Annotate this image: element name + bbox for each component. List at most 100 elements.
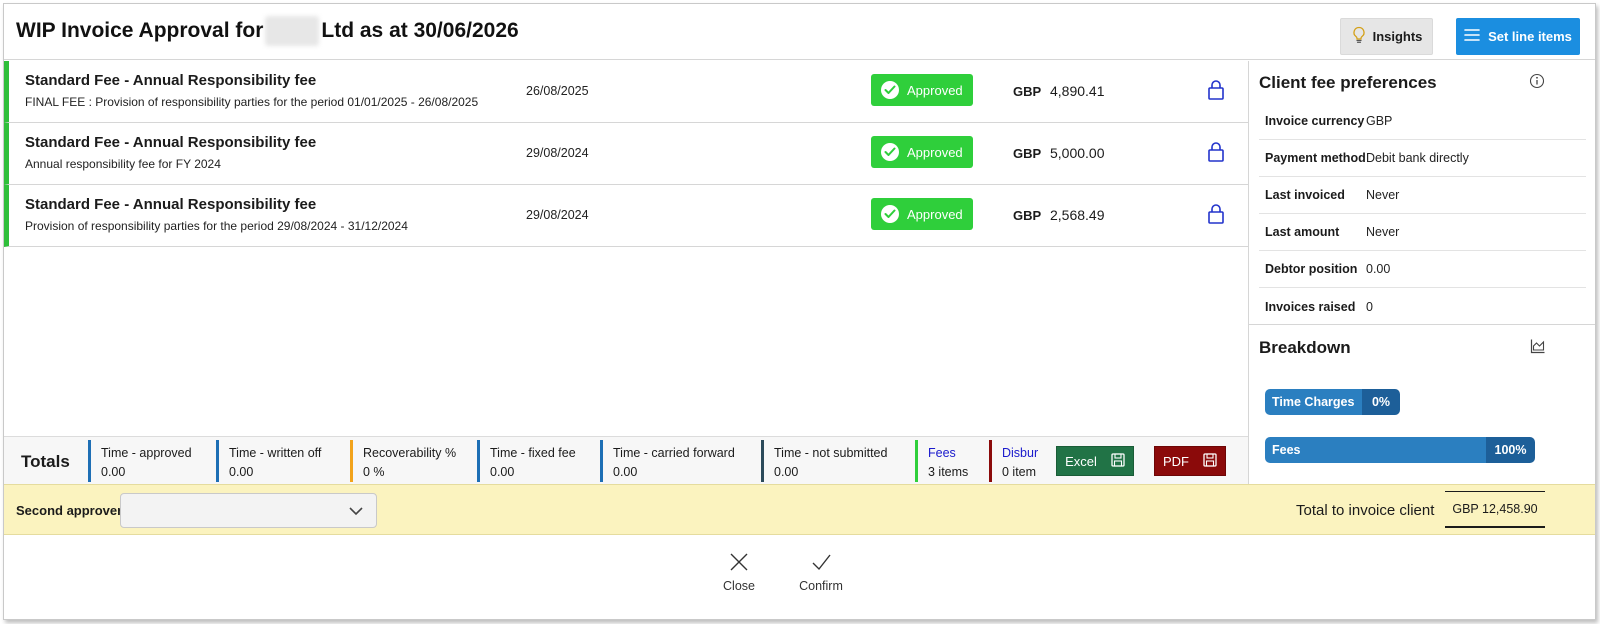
total-time-written-off: Time - written off 0.00 bbox=[216, 440, 321, 482]
breakdown-percent: 0% bbox=[1362, 389, 1400, 415]
pref-value: Never bbox=[1366, 225, 1400, 239]
panel-divider bbox=[1249, 324, 1595, 325]
pref-key: Invoices raised bbox=[1265, 299, 1356, 314]
client-fee-preferences-panel: Client fee preferences Invoice currency … bbox=[1248, 61, 1595, 484]
line-items-list: Standard Fee - Annual Responsibility fee… bbox=[4, 61, 1248, 247]
page-title: WIP Invoice Approval for Ltd as at 30/06… bbox=[16, 16, 519, 46]
total-fees[interactable]: Fees 3 items bbox=[915, 440, 968, 482]
item-amount: 5,000.00 bbox=[1050, 145, 1105, 161]
pref-key: Last amount bbox=[1265, 225, 1340, 239]
total-label: Disbur bbox=[1002, 446, 1039, 460]
total-to-invoice-value: GBP 12,458.90 bbox=[1445, 491, 1545, 528]
check-icon bbox=[811, 552, 831, 575]
pdf-export-button[interactable]: PDF bbox=[1154, 446, 1226, 476]
total-recoverability: Recoverability % 0 % bbox=[350, 440, 456, 482]
pref-row-invoice-currency: Invoice currency GBP bbox=[1259, 103, 1586, 140]
item-title: Standard Fee - Annual Responsibility fee bbox=[25, 196, 317, 213]
total-to-invoice-label: Total to invoice client bbox=[1296, 502, 1435, 519]
pref-value: Debit bank directly bbox=[1366, 151, 1469, 165]
pref-value: 0 bbox=[1366, 299, 1373, 314]
insights-label: Insights bbox=[1372, 29, 1423, 44]
breakdown-label: Time Charges bbox=[1265, 389, 1362, 415]
total-value: 0 item bbox=[1002, 465, 1037, 479]
item-title: Standard Fee - Annual Responsibility fee bbox=[25, 72, 317, 89]
pref-row-invoices-raised: Invoices raised 0 bbox=[1259, 288, 1586, 325]
line-item[interactable]: Standard Fee - Annual Responsibility fee… bbox=[4, 61, 1248, 123]
approved-badge: Approved bbox=[871, 74, 973, 106]
close-label: Close bbox=[723, 579, 755, 593]
second-approver-select[interactable] bbox=[120, 493, 377, 528]
approved-badge: Approved bbox=[871, 136, 973, 168]
close-button[interactable]: Close bbox=[709, 552, 769, 593]
status-label: Approved bbox=[907, 206, 963, 222]
total-value: 0.00 bbox=[613, 465, 638, 479]
status-label: Approved bbox=[907, 144, 963, 160]
total-label: Recoverability % bbox=[363, 446, 457, 460]
pref-row-debtor-position: Debtor position 0.00 bbox=[1259, 251, 1586, 288]
pref-value: Never bbox=[1366, 188, 1400, 202]
item-description: FINAL FEE : Provision of responsibility … bbox=[25, 95, 479, 109]
confirm-button[interactable]: Confirm bbox=[791, 552, 851, 593]
excel-label: Excel bbox=[1065, 453, 1097, 469]
item-amount: 2,568.49 bbox=[1050, 207, 1105, 223]
check-circle-icon bbox=[881, 81, 899, 99]
pref-key: Payment method bbox=[1265, 151, 1366, 165]
second-approver-label: Second approver bbox=[16, 503, 123, 518]
lock-icon[interactable] bbox=[1207, 79, 1225, 106]
pdf-label: PDF bbox=[1163, 453, 1189, 469]
breakdown-title: Breakdown bbox=[1259, 338, 1351, 357]
total-label: Time - approved bbox=[101, 446, 192, 460]
info-icon[interactable] bbox=[1529, 73, 1545, 94]
second-approver-row: Second approver Total to invoice client … bbox=[4, 484, 1595, 535]
pref-row-last-amount: Last amount Never bbox=[1259, 214, 1586, 251]
breakdown-percent: 100% bbox=[1486, 437, 1535, 463]
total-disbursements[interactable]: Disbur 0 item bbox=[989, 440, 1041, 482]
title-suffix: Ltd as at 30/06/2026 bbox=[321, 19, 519, 42]
total-value: 0.00 bbox=[229, 465, 254, 479]
item-date: 29/08/2024 bbox=[526, 146, 589, 160]
total-value: 0.00 bbox=[774, 465, 799, 479]
line-item[interactable]: Standard Fee - Annual Responsibility fee… bbox=[4, 185, 1248, 247]
preferences-title: Client fee preferences bbox=[1259, 73, 1437, 92]
total-value: 3 items bbox=[928, 465, 969, 479]
pref-key: Debtor position bbox=[1265, 262, 1358, 276]
redacted-client-name bbox=[265, 16, 320, 46]
set-line-items-button[interactable]: Set line items bbox=[1456, 18, 1580, 55]
total-value: 0.00 bbox=[490, 465, 515, 479]
item-currency: GBP bbox=[1013, 84, 1042, 99]
item-currency: GBP bbox=[1013, 146, 1042, 161]
close-icon bbox=[729, 552, 749, 575]
total-value: 0.00 bbox=[101, 465, 126, 479]
dialog-header: WIP Invoice Approval for Ltd as at 30/06… bbox=[4, 4, 1595, 60]
lock-icon[interactable] bbox=[1207, 141, 1225, 168]
chart-icon[interactable] bbox=[1530, 338, 1546, 359]
check-circle-icon bbox=[881, 205, 899, 223]
breakdown-label: Fees bbox=[1265, 437, 1486, 463]
pref-value: 0.00 bbox=[1366, 262, 1391, 276]
pref-row-last-invoiced: Last invoiced Never bbox=[1259, 177, 1586, 214]
set-line-items-label: Set line items bbox=[1488, 29, 1572, 44]
insights-button[interactable]: Insights bbox=[1340, 18, 1433, 55]
item-description: Provision of responsibility parties for … bbox=[25, 219, 408, 233]
total-label: Time - fixed fee bbox=[490, 446, 576, 460]
invoice-approval-dialog: WIP Invoice Approval for Ltd as at 30/06… bbox=[3, 3, 1596, 620]
item-currency: GBP bbox=[1013, 208, 1042, 223]
total-time-fixed-fee: Time - fixed fee 0.00 bbox=[477, 440, 576, 482]
approved-badge: Approved bbox=[871, 198, 973, 230]
item-amount: 4,890.41 bbox=[1050, 83, 1105, 99]
pref-key: Last invoiced bbox=[1265, 188, 1345, 202]
chevron-down-icon bbox=[348, 504, 364, 522]
pref-key: Invoice currency bbox=[1265, 114, 1365, 128]
totals-bar: Totals Time - approved 0.00 Time - writt… bbox=[4, 436, 1248, 484]
total-label: Time - written off bbox=[229, 446, 322, 460]
line-item[interactable]: Standard Fee - Annual Responsibility fee… bbox=[4, 123, 1248, 185]
excel-export-button[interactable]: Excel bbox=[1056, 446, 1134, 476]
total-label: Time - not submitted bbox=[774, 446, 888, 460]
total-label: Fees bbox=[928, 446, 956, 460]
check-circle-icon bbox=[881, 143, 899, 161]
total-value: 0 % bbox=[363, 465, 385, 479]
total-time-not-submitted: Time - not submitted 0.00 bbox=[761, 440, 887, 482]
totals-label: Totals bbox=[21, 452, 70, 471]
lock-icon[interactable] bbox=[1207, 203, 1225, 230]
item-title: Standard Fee - Annual Responsibility fee bbox=[25, 134, 317, 151]
